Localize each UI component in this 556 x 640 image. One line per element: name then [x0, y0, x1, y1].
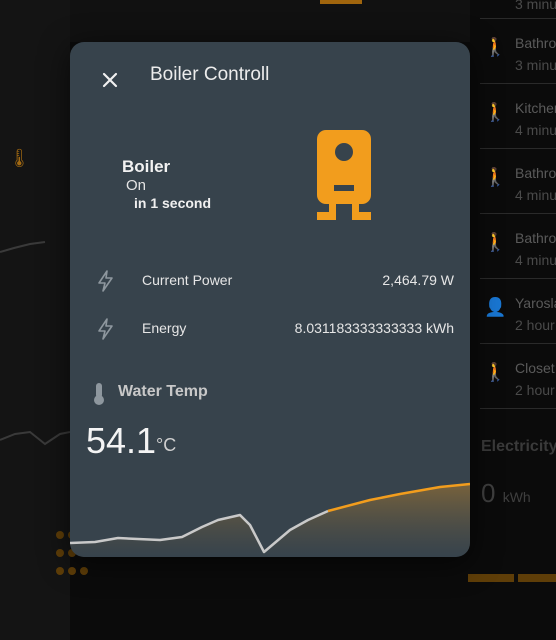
list-item-name: Closet: [515, 360, 555, 376]
sensor-label: Energy: [142, 320, 187, 336]
background-activity-list: 3 minu 🚶 Bathro 3 minu 🚶 Kitchen 4 minu …: [480, 0, 556, 409]
thermometer-icon: 🌡: [8, 148, 31, 168]
close-button[interactable]: [94, 64, 126, 96]
electricity-card-title: Electricity: [481, 438, 556, 455]
list-item[interactable]: 👤 Yarosla 2 hour: [480, 279, 556, 344]
list-item[interactable]: 🚶 Kitchen 4 minu: [480, 84, 556, 149]
electricity-value: 0: [481, 478, 496, 508]
close-icon: [102, 72, 118, 88]
list-item-time: 2 hour: [515, 382, 555, 398]
sensor-value: 8.031183333333333 kWh: [294, 320, 454, 336]
thermometer-icon: [94, 383, 104, 405]
walking-person-icon: 🚶: [484, 167, 507, 187]
dialog-title: Boiler Controll: [150, 64, 270, 85]
sensor-row-current-power[interactable]: Current Power 2,464.79 W: [70, 266, 470, 296]
electricity-card-value: 0 kWh: [481, 478, 531, 509]
list-item-name: Bathro: [515, 230, 556, 246]
list-item-name: Yarosla: [515, 295, 556, 311]
water-boiler-icon[interactable]: [316, 130, 372, 222]
walking-person-icon: 🚶: [484, 362, 507, 382]
list-item-name: Bathro: [515, 35, 556, 51]
list-item-name: Bathro: [515, 165, 556, 181]
background-mini-chart: [0, 430, 70, 446]
walking-person-icon: 🚶: [484, 232, 507, 252]
list-item-time: 2 hour: [515, 317, 555, 333]
water-temp-title: Water Temp: [118, 383, 208, 400]
list-item-time: 3 minu: [515, 0, 556, 12]
entity-name: Boiler: [122, 157, 171, 176]
lightning-bolt-icon: [98, 318, 113, 340]
person-icon: 👤: [484, 297, 507, 317]
background-top-card: [70, 0, 470, 42]
list-item[interactable]: 🚶 Bathro 4 minu: [480, 149, 556, 214]
water-temp-value: 54.1: [86, 420, 157, 461]
background-mini-chart: [0, 241, 46, 253]
entity-last-changed: in 1 second: [134, 195, 212, 211]
list-item[interactable]: 🚶 Bathro 3 minu: [480, 19, 556, 84]
sensor-label: Current Power: [142, 272, 233, 288]
sensor-value: 2,464.79 W: [382, 272, 454, 288]
list-item-time: 4 minu: [515, 187, 556, 203]
boiler-control-dialog: Boiler Controll Boiler On in 1 second Cu…: [70, 42, 470, 557]
list-item[interactable]: 🚶 Bathro 4 minu: [480, 214, 556, 279]
lightning-bolt-icon: [98, 270, 113, 292]
walking-person-icon: 🚶: [484, 102, 507, 122]
water-temp-sparkline: [70, 482, 470, 557]
list-item: 3 minu: [480, 0, 556, 19]
background-bar: [518, 574, 556, 582]
background-accent-tab: [320, 0, 362, 4]
background-bar: [468, 574, 514, 582]
list-item[interactable]: 🚶 Closet 2 hour: [480, 344, 556, 409]
list-item-time: 4 minu: [515, 252, 556, 268]
walking-person-icon: 🚶: [484, 37, 507, 57]
water-temp-unit: °C: [156, 435, 177, 455]
entity-state: On: [126, 177, 147, 194]
list-item-name: Kitchen: [515, 100, 556, 116]
sensor-row-energy[interactable]: Energy 8.031183333333333 kWh: [70, 314, 470, 344]
list-item-time: 3 minu: [515, 57, 556, 73]
list-item-time: 4 minu: [515, 122, 556, 138]
electricity-unit: kWh: [502, 489, 531, 505]
